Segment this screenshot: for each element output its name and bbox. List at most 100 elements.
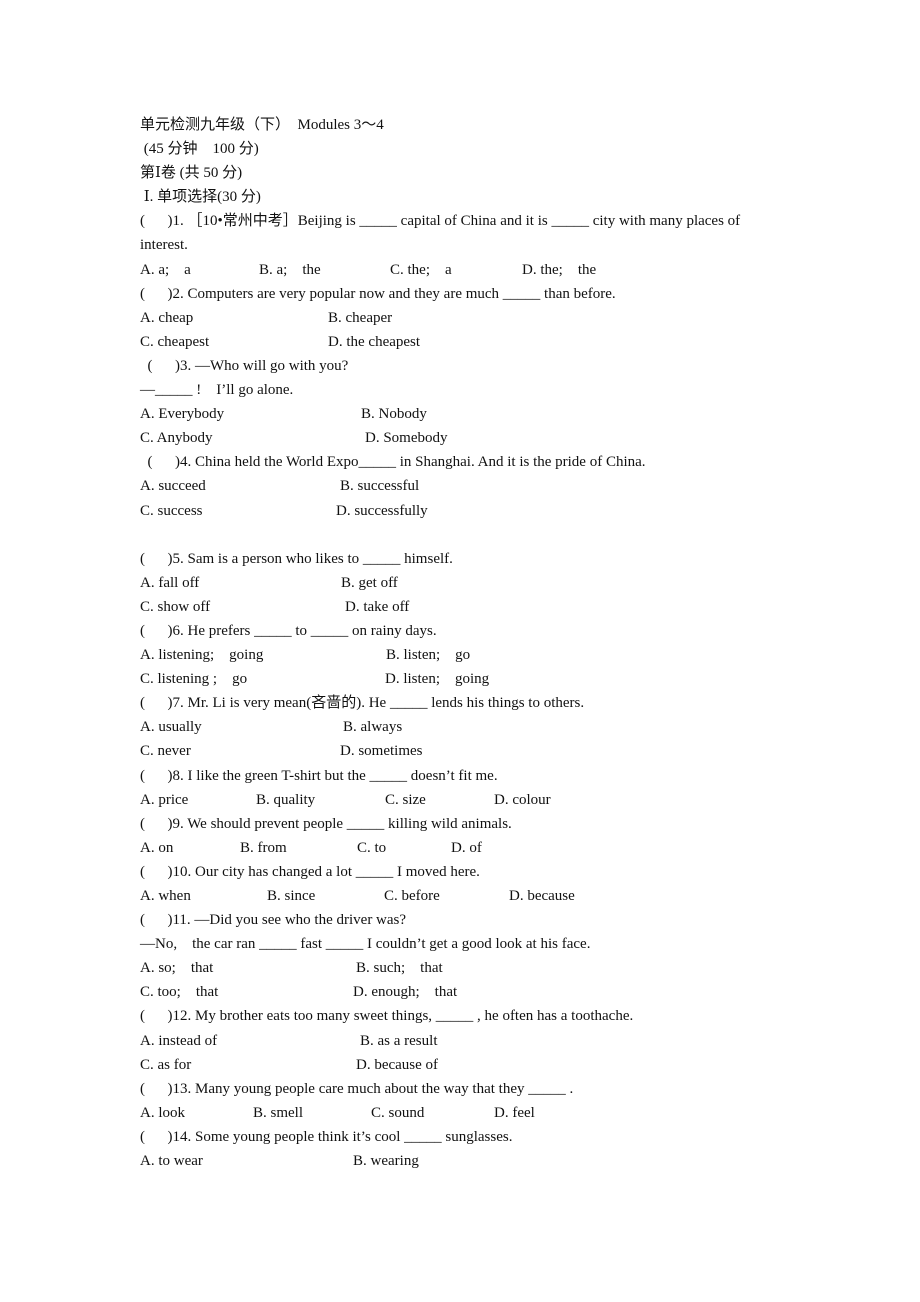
option-c: C. cheapest [140, 333, 210, 350]
question-14: ( )14. Some young people think it’s cool… [140, 1125, 820, 1173]
question-stem-continued: —_____ ! I’ll go alone. [140, 382, 294, 399]
options-row: C. never D. sometimes [140, 739, 820, 763]
option-d: D. enough; that [353, 984, 458, 1001]
option-d: D. Somebody [365, 430, 448, 447]
options-row: A. look B. smell C. sound D. feel [140, 1101, 820, 1125]
options-row: A. succeed B. successful [140, 474, 820, 498]
option-d: D. because [509, 888, 575, 904]
question-stem: ( )14. Some young people think it’s cool… [140, 1128, 513, 1145]
option-b: B. listen; go [386, 647, 471, 664]
option-c: C. before [384, 888, 440, 904]
question-stem: ( )4. China held the World Expo_____ in … [140, 454, 646, 471]
question-12: ( )12. My brother eats too many sweet th… [140, 1004, 820, 1076]
options-row: A. a; a B. a; the C. the; a D. the; the [140, 258, 820, 282]
option-b: B. as a result [360, 1032, 438, 1049]
question-stem: ( )8. I like the green T-shirt but the _… [140, 767, 498, 784]
option-d: D. the; the [522, 261, 597, 278]
options-row: A. so; that B. such; that [140, 956, 820, 980]
option-b: B. smell [253, 1104, 304, 1121]
options-row: A. Everybody B. Nobody [140, 402, 820, 426]
options-row: A. price B. quality C. size D. colour [140, 788, 820, 812]
option-b: B. wearing [353, 1153, 419, 1170]
option-d: D. successfully [336, 502, 428, 519]
section-heading: Ⅰ. 单项选择(30 分) [140, 189, 261, 206]
options-row: C. cheapest D. the cheapest [140, 330, 820, 354]
question-4: ( )4. China held the World Expo_____ in … [140, 450, 820, 522]
option-d: D. feel [494, 1104, 535, 1121]
option-c: C. show off [140, 598, 211, 615]
question-stem: ( )9. We should prevent people _____ kil… [140, 815, 512, 832]
question-6: ( )6. He prefers _____ to _____ on rainy… [140, 619, 820, 691]
exam-page: 单元检测九年级（下） Modules 3～4 (45 分钟 100 分) 第Ⅰ卷… [140, 113, 820, 1173]
question-stem: ( )2. Computers are very popular now and… [140, 285, 616, 302]
options-row: A. listening; going B. listen; go [140, 643, 820, 667]
option-b: B. since [267, 888, 316, 904]
question-3: ( )3. —Who will go with you? —_____ ! I’… [140, 354, 820, 450]
options-row: A. usually B. always [140, 715, 820, 739]
option-b: B. get off [341, 574, 398, 591]
question-stem-continued: —No, the car ran _____ fast _____ I coul… [140, 936, 591, 953]
option-b: B. quality [256, 791, 316, 808]
options-row: A. on B. from C. to D. of [140, 836, 820, 860]
option-b: B. a; the [259, 261, 321, 278]
options-row: A. to wear B. wearing [140, 1149, 820, 1173]
option-b: B. cheaper [328, 309, 393, 326]
question-stem: ( )5. Sam is a person who likes to _____… [140, 550, 453, 567]
question-13: ( )13. Many young people care much about… [140, 1077, 820, 1125]
options-row: C. show off D. take off [140, 595, 820, 619]
question-stem: ( )12. My brother eats too many sweet th… [140, 1008, 634, 1025]
options-row: C. listening ; go D. listen; going [140, 667, 820, 691]
option-c: C. sound [371, 1104, 425, 1121]
options-row: A. fall off B. get off [140, 571, 820, 595]
question-stem: ( )6. He prefers _____ to _____ on rainy… [140, 622, 437, 639]
option-a: A. Everybody [140, 406, 225, 423]
exam-part-heading: 第Ⅰ卷 (共 50 分) [140, 165, 243, 182]
question-1: ( )1. ［10•常州中考］Beijing is _____ capital … [140, 209, 820, 281]
options-row: C. success D. successfully [140, 499, 820, 523]
option-b: B. from [240, 839, 287, 856]
exam-title: 单元检测九年级（下） Modules 3～4 [140, 117, 384, 133]
option-c: C. to [357, 839, 387, 856]
option-d: D. colour [494, 791, 551, 808]
option-a: A. to wear [140, 1153, 203, 1170]
option-b: B. always [343, 719, 403, 736]
question-2: ( )2. Computers are very popular now and… [140, 282, 820, 354]
question-11: ( )11. —Did you see who the driver was? … [140, 908, 820, 1004]
question-stem: ( )13. Many young people care much about… [140, 1080, 574, 1097]
question-stem: ( )3. —Who will go with you? [140, 357, 349, 374]
option-c: C. success [140, 502, 203, 519]
question-stem-continued: interest. [140, 237, 188, 254]
question-stem: ( )11. —Did you see who the driver was? [140, 912, 407, 929]
option-a: A. succeed [140, 478, 206, 495]
option-c: C. never [140, 743, 191, 760]
option-d: D. of [451, 839, 482, 856]
option-a: A. look [140, 1104, 185, 1121]
options-row: A. instead of B. as a result [140, 1029, 820, 1053]
option-a: A. instead of [140, 1032, 218, 1049]
option-a: A. cheap [140, 309, 194, 326]
option-d: D. take off [345, 598, 410, 615]
question-stem: ( )10. Our city has changed a lot _____ … [140, 863, 480, 880]
option-a: A. when [140, 888, 191, 904]
question-7: ( )7. Mr. Li is very mean(吝啬的). He _____… [140, 691, 820, 763]
option-c: C. size [385, 791, 426, 808]
option-a: A. fall off [140, 574, 200, 591]
option-a: A. a; a [140, 261, 191, 278]
option-c: C. listening ; go [140, 671, 248, 688]
question-10: ( )10. Our city has changed a lot _____ … [140, 860, 820, 908]
option-a: A. so; that [140, 960, 214, 977]
question-8: ( )8. I like the green T-shirt but the _… [140, 764, 820, 812]
option-c: C. as for [140, 1056, 192, 1073]
options-row: C. Anybody D. Somebody [140, 426, 820, 450]
option-c: C. the; a [390, 261, 452, 278]
option-d: D. listen; going [385, 671, 490, 688]
options-row: A. cheap B. cheaper [140, 306, 820, 330]
option-a: A. usually [140, 719, 202, 736]
option-b: B. Nobody [361, 406, 427, 423]
question-9: ( )9. We should prevent people _____ kil… [140, 812, 820, 860]
option-b: B. such; that [356, 960, 443, 977]
option-a: A. listening; going [140, 647, 264, 664]
options-row: A. when B. since C. before D. because [140, 884, 820, 908]
option-d: D. sometimes [340, 743, 423, 760]
